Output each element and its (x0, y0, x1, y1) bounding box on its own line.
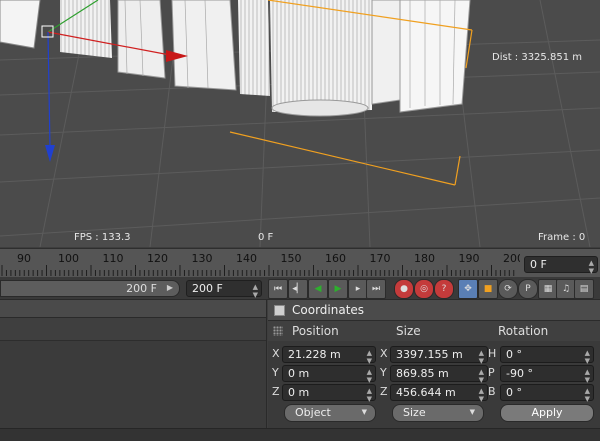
rot-axis-label: P (488, 366, 495, 379)
size-z-field[interactable]: 456.644 m ▲ ▼ (390, 384, 488, 403)
ruler-tick-label: 130 (192, 252, 213, 265)
left-panel-toolbar (0, 318, 266, 341)
rotation-header: Rotation (498, 324, 549, 338)
panel-checkbox-icon[interactable] (274, 305, 285, 316)
ruler-tick-label: 100 (58, 252, 79, 265)
move-key-icon[interactable]: ✥ (458, 279, 478, 299)
position-y-field[interactable]: 0 m ▲ ▼ (282, 365, 376, 384)
position-header: Position (292, 324, 339, 338)
frame-readout: Frame : 0 (538, 232, 586, 243)
ruler-tick-label: 150 (281, 252, 302, 265)
position-x-field[interactable]: 21.228 m ▲ ▼ (282, 346, 376, 365)
size-y-field[interactable]: 869.85 m ▲ ▼ (390, 365, 488, 384)
timeline-ticks: 90 100 110 120 130 140 150 160 170 180 190 200 (1, 252, 520, 276)
preview-range-slider[interactable]: 200 F ▶ (0, 280, 180, 297)
scheme-icon[interactable]: ▤ (574, 279, 594, 299)
next-frame-icon[interactable]: ▸ (348, 279, 368, 299)
coordinates-column-headers: Position Size Rotation (268, 321, 600, 341)
distance-readout: Dist : 3325.851 m (492, 52, 582, 63)
play-backward-icon[interactable]: ◀ (308, 279, 328, 299)
ruler-tick-label: 200 (503, 252, 520, 265)
rot-axis-label: B (488, 385, 496, 398)
rotation-b-field[interactable]: 0 ° ▲ ▼ (500, 384, 594, 403)
pos-axis-label: Z (272, 385, 280, 398)
end-frame-field[interactable]: 200 F ▲ ▼ (186, 280, 262, 299)
ruler-tick-label: 110 (103, 252, 124, 265)
point-level-icon[interactable]: ▦ (538, 279, 558, 299)
record-icon[interactable]: ● (394, 279, 414, 299)
coordinates-manager: Coordinates Position Size Rotation X 21.… (268, 300, 600, 428)
ruler-tick-label: 180 (414, 252, 435, 265)
rotation-h-field[interactable]: 0 ° ▲ ▼ (500, 346, 594, 365)
mute-icon[interactable]: ♫ (556, 279, 576, 299)
transport-bar: 200 F ▶ 200 F ▲ ▼ ⏮ ◂▏ ◀ ▶ ▸ ⏭ ● ◎ ? ✥ ■ ⟳ … (0, 277, 600, 337)
size-mode-dropdown[interactable]: Size ▼ (392, 404, 484, 422)
size-axis-label: X (380, 347, 388, 360)
rot-axis-label: H (488, 347, 497, 360)
previous-key-icon[interactable]: ◂▏ (288, 279, 308, 299)
size-header: Size (396, 324, 421, 338)
left-panel-header (0, 300, 266, 318)
rotate-key-icon[interactable]: ⟳ (498, 279, 518, 299)
fps-readout: FPS : 133.3 (74, 232, 131, 243)
ruler-tick-label: 90 (17, 252, 31, 265)
frame-readout-center: 0 F (258, 232, 274, 243)
pos-axis-label: Y (272, 366, 279, 379)
ruler-tick-label: 190 (459, 252, 480, 265)
ruler-tick-label: 140 (236, 252, 257, 265)
pos-axis-label: X (272, 347, 280, 360)
current-frame-field[interactable]: 0 F ▲ ▼ (524, 256, 598, 275)
ruler-tick-label: 170 (370, 252, 391, 265)
go-to-start-icon[interactable]: ⏮ (268, 279, 288, 299)
rotation-p-field[interactable]: -90 ° ▲ ▼ (500, 365, 594, 384)
coordinate-mode-dropdown[interactable]: Object ▼ (284, 404, 376, 422)
ruler-tick-label: 120 (147, 252, 168, 265)
keyframe-selection-icon[interactable]: ? (434, 279, 454, 299)
coordinates-title: Coordinates (292, 303, 365, 317)
status-bar (0, 428, 600, 441)
parameter-key-icon[interactable]: P (518, 279, 538, 299)
scale-key-icon[interactable]: ■ (478, 279, 498, 299)
size-x-field[interactable]: 3397.155 m ▲ ▼ (390, 346, 488, 365)
timeline-ruler[interactable]: 90 100 110 120 130 140 150 160 170 180 190 200 0 F▲… (0, 248, 600, 277)
viewport-scene (0, 0, 600, 247)
autokey-icon[interactable]: ◎ (414, 279, 434, 299)
play-forward-icon[interactable]: ▶ (328, 279, 348, 299)
left-panel (0, 300, 267, 428)
go-to-end-icon[interactable]: ⏭ (366, 279, 386, 299)
grip-icon[interactable] (273, 326, 283, 336)
apply-button[interactable]: Apply (500, 404, 594, 422)
size-axis-label: Y (380, 366, 387, 379)
coordinates-titlebar: Coordinates (268, 300, 600, 321)
ruler-tick-label: 160 (325, 252, 346, 265)
size-axis-label: Z (380, 385, 388, 398)
position-z-field[interactable]: 0 m ▲ ▼ (282, 384, 376, 403)
3d-viewport[interactable]: Dist : 3325.851 m FPS : 133.3 0 F Frame … (0, 0, 600, 247)
